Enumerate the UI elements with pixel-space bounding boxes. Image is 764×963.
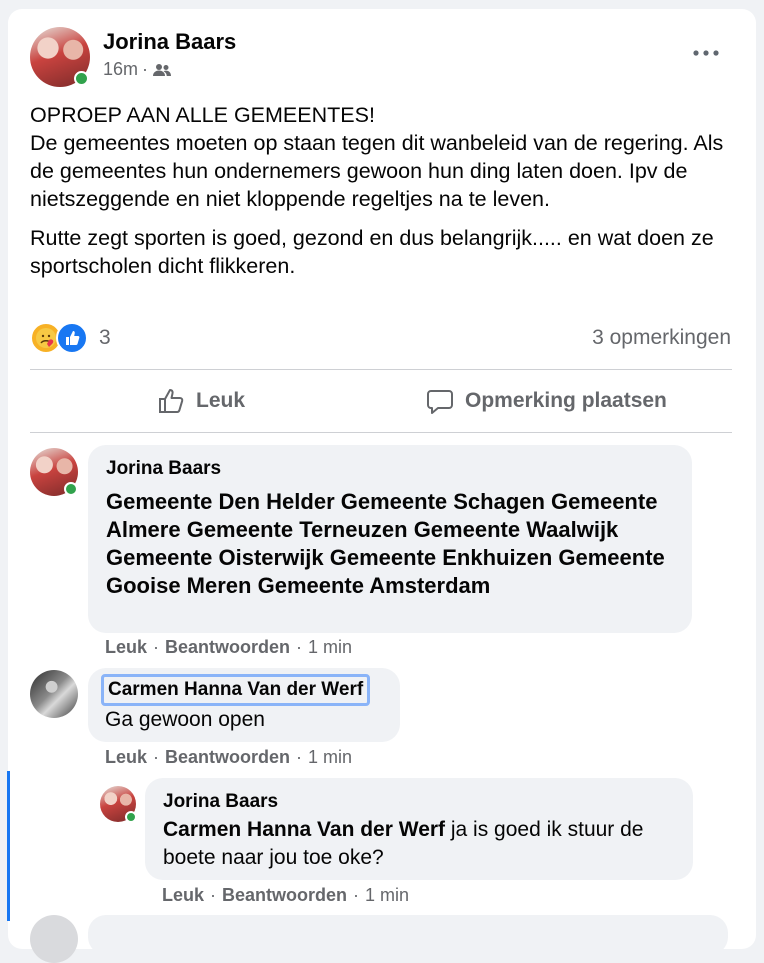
comment-avatar[interactable] xyxy=(30,448,78,496)
reply-time[interactable]: 1 min xyxy=(365,885,409,906)
divider-top xyxy=(30,369,732,370)
online-status-dot xyxy=(64,482,78,496)
comments-count-link[interactable]: 3 opmerkingen xyxy=(592,326,731,350)
more-options-icon[interactable] xyxy=(688,43,724,63)
separator-dot: · xyxy=(142,59,149,79)
author-avatar[interactable] xyxy=(30,27,90,87)
friends-audience-icon[interactable] xyxy=(152,62,172,78)
post-card: Jorina Baars 16m · OPROEP AAN ALLE GEMEE… xyxy=(7,9,756,963)
reaction-count[interactable]: 3 xyxy=(99,326,111,350)
comment-text: Ga gewoon open xyxy=(105,708,265,731)
comment-reply-link[interactable]: Beantwoorden xyxy=(165,747,290,768)
post-paragraph-3: Rutte zegt sporten is goed, gezond en du… xyxy=(30,226,714,278)
comment-avatar[interactable] xyxy=(30,670,78,718)
reply-author[interactable]: Jorina Baars xyxy=(163,791,278,813)
comment-meta: Leuk · Beantwoorden · 1 min xyxy=(105,747,352,768)
post-paragraph-2: De gemeentes moeten op staan tegen dit w… xyxy=(30,131,724,211)
comment-author[interactable]: Jorina Baars xyxy=(106,458,221,480)
comment-like-link[interactable]: Leuk xyxy=(105,747,147,768)
like-button-label: Leuk xyxy=(196,389,246,412)
next-comment-bubble-partial xyxy=(88,915,728,955)
like-button[interactable]: Leuk xyxy=(156,383,245,419)
comment-button[interactable]: Opmerking plaatsen xyxy=(425,383,667,419)
post-paragraph-1: OPROEP AAN ALLE GEMEENTES! xyxy=(30,103,375,127)
online-status-dot xyxy=(74,71,89,86)
comment-text: Gemeente Den Helder Gemeente Schagen Gem… xyxy=(106,489,665,598)
comment-button-label: Opmerking plaatsen xyxy=(465,389,667,412)
post-author-name[interactable]: Jorina Baars xyxy=(103,29,236,55)
comment-bubble-icon xyxy=(425,386,455,416)
meta-separator: · xyxy=(353,885,360,905)
reply-reply-link[interactable]: Beantwoorden xyxy=(222,885,347,906)
meta-separator: · xyxy=(153,747,160,767)
reply-bubble: Jorina Baars Carmen Hanna Van der Werf j… xyxy=(145,778,693,880)
mention-link[interactable]: Carmen Hanna Van der Werf xyxy=(163,818,445,841)
divider-bottom xyxy=(30,432,732,433)
reply-thread-line xyxy=(7,771,10,921)
comment-time[interactable]: 1 min xyxy=(308,637,352,658)
next-comment-avatar-partial xyxy=(30,915,78,963)
comment-meta: Leuk · Beantwoorden · 1 min xyxy=(105,637,352,658)
meta-separator: · xyxy=(296,637,303,657)
reply-text-wrap: Carmen Hanna Van der Werf ja is goed ik … xyxy=(163,816,683,872)
post-body: OPROEP AAN ALLE GEMEENTES! De gemeentes … xyxy=(30,101,730,280)
meta-separator: · xyxy=(210,885,217,905)
like-reaction-icon[interactable] xyxy=(56,322,88,354)
reply-avatar[interactable] xyxy=(100,786,137,823)
meta-separator: · xyxy=(153,637,160,657)
post-timestamp-row: 16m · xyxy=(103,59,172,80)
comment-author[interactable]: Carmen Hanna Van der Werf xyxy=(101,674,371,706)
comment-bubble: Jorina Baars Gemeente Den Helder Gemeent… xyxy=(88,445,692,633)
reply-meta: Leuk · Beantwoorden · 1 min xyxy=(162,885,409,906)
online-status-dot xyxy=(125,811,137,823)
comment-time[interactable]: 1 min xyxy=(308,747,352,768)
post-time[interactable]: 16m xyxy=(103,59,138,80)
comment-reply-link[interactable]: Beantwoorden xyxy=(165,637,290,658)
comment-bubble: Carmen Hanna Van der Werf Ga gewoon open xyxy=(88,668,400,742)
thumbs-up-icon xyxy=(156,386,186,416)
meta-separator: · xyxy=(296,747,303,767)
reply-like-link[interactable]: Leuk xyxy=(162,885,204,906)
comment-like-link[interactable]: Leuk xyxy=(105,637,147,658)
